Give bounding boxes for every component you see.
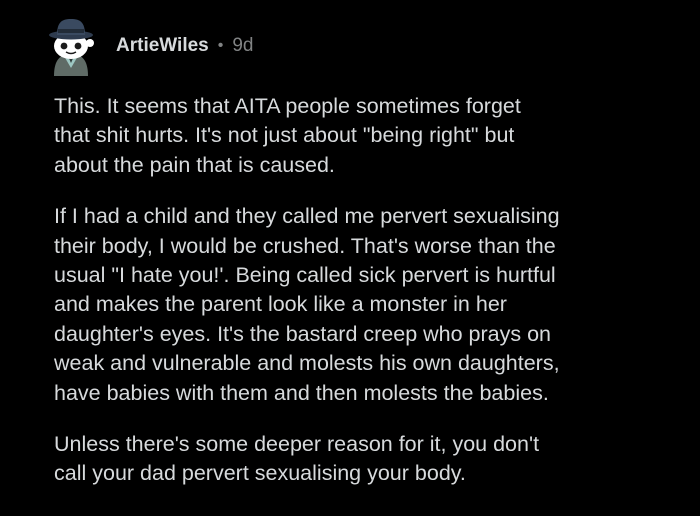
comment-meta: ArtieWiles • 9d — [116, 35, 254, 57]
author-username[interactable]: ArtieWiles — [116, 35, 209, 57]
user-avatar[interactable] — [40, 16, 102, 78]
meta-separator: • — [217, 37, 224, 54]
comment: ArtieWiles • 9d This. It seems that AITA… — [0, 0, 700, 516]
comment-header: ArtieWiles • 9d — [40, 12, 254, 82]
comment-paragraph: Unless there's some deeper reason for it… — [54, 432, 540, 486]
comment-body: This. It seems that AITA people sometime… — [54, 92, 674, 511]
comment-age: 9d — [232, 35, 254, 56]
comment-paragraph: If I had a child and they called me perv… — [54, 204, 560, 405]
comment-paragraph: This. It seems that AITA people sometime… — [54, 94, 521, 177]
snoo-avatar-with-hat-icon — [49, 19, 94, 76]
